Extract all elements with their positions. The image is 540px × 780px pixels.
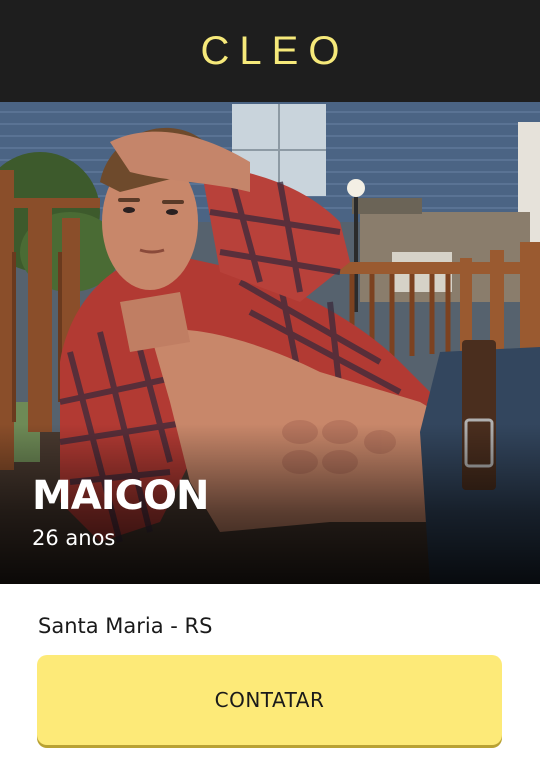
contact-button-label: CONTATAR <box>214 688 325 712</box>
profile-age: 26 anos <box>32 526 116 550</box>
profile-location: Santa Maria - RS <box>38 614 213 638</box>
app-root: CLEO MAICON 26 anos Santa Maria - RS CON… <box>0 0 540 780</box>
top-bar: CLEO <box>0 0 540 102</box>
contact-button[interactable]: CONTATAR <box>37 655 502 745</box>
app-logo[interactable]: CLEO <box>191 29 350 74</box>
profile-name: MAICON <box>32 473 209 519</box>
